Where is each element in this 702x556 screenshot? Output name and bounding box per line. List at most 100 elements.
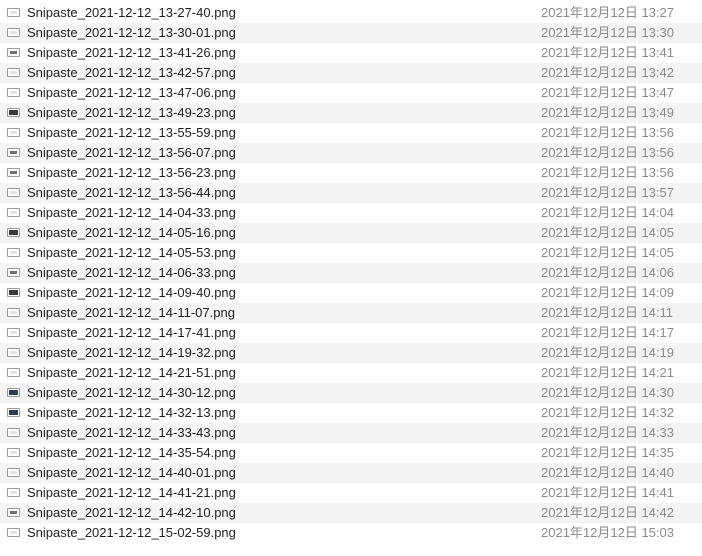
file-name: Snipaste_2021-12-12_13-27-40.png <box>27 5 236 20</box>
thumbnail-preview <box>10 531 17 534</box>
file-date-modified: 2021年12月12日 14:40 <box>541 465 674 480</box>
file-name: Snipaste_2021-12-12_13-56-07.png <box>27 145 236 160</box>
image-thumbnail-icon <box>7 328 20 337</box>
file-date-modified: 2021年12月12日 14:42 <box>541 505 674 520</box>
thumbnail-preview <box>10 51 17 54</box>
image-thumbnail-icon <box>7 248 20 257</box>
thumbnail-preview <box>10 211 17 214</box>
file-row[interactable]: Snipaste_2021-12-12_13-30-01.png 2021年12月… <box>0 23 702 43</box>
image-thumbnail-icon <box>7 188 20 197</box>
image-thumbnail-icon <box>7 448 20 457</box>
file-date-modified: 2021年12月12日 14:17 <box>541 325 674 340</box>
file-date-modified: 2021年12月12日 14:32 <box>541 405 674 420</box>
file-row[interactable]: Snipaste_2021-12-12_14-40-01.png 2021年12月… <box>0 463 702 483</box>
file-name: Snipaste_2021-12-12_14-42-10.png <box>27 505 236 520</box>
file-date-modified: 2021年12月12日 13:49 <box>541 105 674 120</box>
file-date-modified: 2021年12月12日 15:03 <box>541 525 674 540</box>
file-row[interactable]: Snipaste_2021-12-12_14-05-16.png 2021年12月… <box>0 223 702 243</box>
thumbnail-preview <box>10 311 17 314</box>
file-row[interactable]: Snipaste_2021-12-12_13-41-26.png 2021年12月… <box>0 43 702 63</box>
file-row[interactable]: Snipaste_2021-12-12_13-49-23.png 2021年12月… <box>0 103 702 123</box>
file-date-modified: 2021年12月12日 14:21 <box>541 365 674 380</box>
image-thumbnail-icon <box>7 148 20 157</box>
file-name: Snipaste_2021-12-12_13-42-57.png <box>27 65 236 80</box>
image-thumbnail-icon <box>7 28 20 37</box>
file-name: Snipaste_2021-12-12_13-49-23.png <box>27 105 236 120</box>
thumbnail-preview <box>10 251 17 254</box>
file-name: Snipaste_2021-12-12_14-19-32.png <box>27 345 236 360</box>
file-name: Snipaste_2021-12-12_14-09-40.png <box>27 285 236 300</box>
image-thumbnail-icon <box>7 68 20 77</box>
image-thumbnail-icon <box>7 48 20 57</box>
image-thumbnail-icon <box>7 228 20 237</box>
image-thumbnail-icon <box>7 528 20 537</box>
file-row[interactable]: Snipaste_2021-12-12_14-09-40.png 2021年12月… <box>0 283 702 303</box>
file-row[interactable]: Snipaste_2021-12-12_14-04-33.png 2021年12月… <box>0 203 702 223</box>
file-row[interactable]: Snipaste_2021-12-12_13-56-23.png 2021年12月… <box>0 163 702 183</box>
image-thumbnail-icon <box>7 288 20 297</box>
file-row[interactable]: Snipaste_2021-12-12_13-55-59.png 2021年12月… <box>0 123 702 143</box>
file-name: Snipaste_2021-12-12_14-35-54.png <box>27 445 236 460</box>
file-name: Snipaste_2021-12-12_14-32-13.png <box>27 405 236 420</box>
file-row[interactable]: Snipaste_2021-12-12_14-21-51.png 2021年12月… <box>0 363 702 383</box>
file-date-modified: 2021年12月12日 13:56 <box>541 125 674 140</box>
file-name: Snipaste_2021-12-12_14-17-41.png <box>27 325 236 340</box>
file-row[interactable]: Snipaste_2021-12-12_14-19-32.png 2021年12月… <box>0 343 702 363</box>
thumbnail-preview <box>10 491 17 494</box>
file-name: Snipaste_2021-12-12_13-56-23.png <box>27 165 236 180</box>
image-thumbnail-icon <box>7 388 20 397</box>
file-row[interactable]: Snipaste_2021-12-12_13-56-07.png 2021年12月… <box>0 143 702 163</box>
file-name: Snipaste_2021-12-12_14-41-21.png <box>27 485 236 500</box>
file-date-modified: 2021年12月12日 14:33 <box>541 425 674 440</box>
thumbnail-preview <box>9 390 18 395</box>
file-row[interactable]: Snipaste_2021-12-12_15-02-59.png 2021年12月… <box>0 523 702 543</box>
file-row[interactable]: Snipaste_2021-12-12_14-32-13.png 2021年12月… <box>0 403 702 423</box>
file-date-modified: 2021年12月12日 14:41 <box>541 485 674 500</box>
file-row[interactable]: Snipaste_2021-12-12_14-41-21.png 2021年12月… <box>0 483 702 503</box>
image-thumbnail-icon <box>7 108 20 117</box>
thumbnail-preview <box>10 71 17 74</box>
image-thumbnail-icon <box>7 368 20 377</box>
file-name: Snipaste_2021-12-12_14-04-33.png <box>27 205 236 220</box>
file-date-modified: 2021年12月12日 13:57 <box>541 185 674 200</box>
image-thumbnail-icon <box>7 428 20 437</box>
image-thumbnail-icon <box>7 408 20 417</box>
thumbnail-preview <box>9 410 18 415</box>
image-thumbnail-icon <box>7 508 20 517</box>
file-row[interactable]: Snipaste_2021-12-12_14-05-53.png 2021年12月… <box>0 243 702 263</box>
thumbnail-preview <box>10 451 17 454</box>
file-name: Snipaste_2021-12-12_13-30-01.png <box>27 25 236 40</box>
file-row[interactable]: Snipaste_2021-12-12_14-06-33.png 2021年12月… <box>0 263 702 283</box>
file-row[interactable]: Snipaste_2021-12-12_14-17-41.png 2021年12月… <box>0 323 702 343</box>
file-date-modified: 2021年12月12日 14:05 <box>541 225 674 240</box>
file-row[interactable]: Snipaste_2021-12-12_14-33-43.png 2021年12月… <box>0 423 702 443</box>
file-name: Snipaste_2021-12-12_14-21-51.png <box>27 365 236 380</box>
thumbnail-preview <box>10 131 17 134</box>
file-name: Snipaste_2021-12-12_14-40-01.png <box>27 465 236 480</box>
file-row[interactable]: Snipaste_2021-12-12_13-47-06.png 2021年12月… <box>0 83 702 103</box>
thumbnail-preview <box>9 230 18 235</box>
thumbnail-preview <box>10 91 17 94</box>
file-row[interactable]: Snipaste_2021-12-12_14-11-07.png 2021年12月… <box>0 303 702 323</box>
file-date-modified: 2021年12月12日 14:09 <box>541 285 674 300</box>
image-thumbnail-icon <box>7 8 20 17</box>
thumbnail-preview <box>9 110 18 115</box>
file-row[interactable]: Snipaste_2021-12-12_13-56-44.png 2021年12月… <box>0 183 702 203</box>
file-date-modified: 2021年12月12日 14:04 <box>541 205 674 220</box>
thumbnail-preview <box>10 471 17 474</box>
image-thumbnail-icon <box>7 348 20 357</box>
image-thumbnail-icon <box>7 268 20 277</box>
file-name: Snipaste_2021-12-12_13-55-59.png <box>27 125 236 140</box>
file-row[interactable]: Snipaste_2021-12-12_14-42-10.png 2021年12月… <box>0 503 702 523</box>
file-date-modified: 2021年12月12日 14:19 <box>541 345 674 360</box>
thumbnail-preview <box>10 331 17 334</box>
file-date-modified: 2021年12月12日 13:56 <box>541 145 674 160</box>
file-row[interactable]: Snipaste_2021-12-12_14-35-54.png 2021年12月… <box>0 443 702 463</box>
image-thumbnail-icon <box>7 488 20 497</box>
file-name: Snipaste_2021-12-12_14-06-33.png <box>27 265 236 280</box>
file-row[interactable]: Snipaste_2021-12-12_14-30-12.png 2021年12月… <box>0 383 702 403</box>
file-date-modified: 2021年12月12日 13:42 <box>541 65 674 80</box>
file-date-modified: 2021年12月12日 14:30 <box>541 385 674 400</box>
file-row[interactable]: Snipaste_2021-12-12_13-27-40.png 2021年12月… <box>0 3 702 23</box>
file-row[interactable]: Snipaste_2021-12-12_13-42-57.png 2021年12月… <box>0 63 702 83</box>
